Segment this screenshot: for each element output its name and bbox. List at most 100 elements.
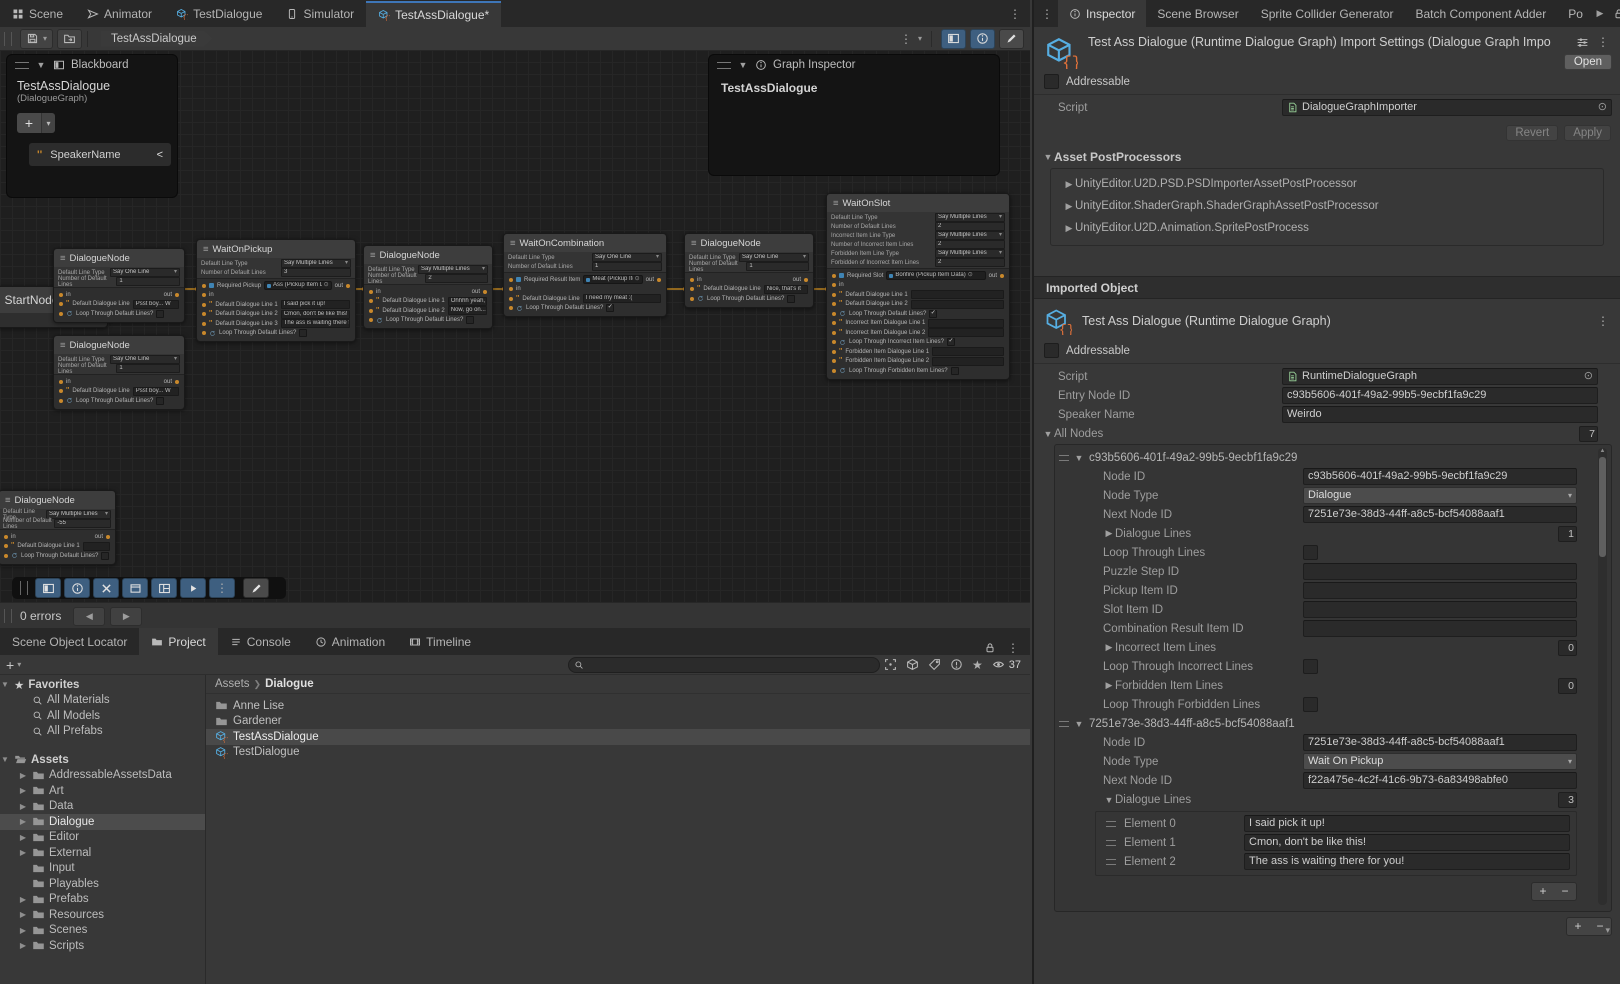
port-dot[interactable]	[509, 297, 513, 301]
collapse-arrow-icon[interactable]: ▼	[737, 60, 749, 70]
dialogue-line-field[interactable]	[928, 319, 1004, 328]
port-dot[interactable]	[369, 318, 373, 322]
port-dot[interactable]	[59, 302, 63, 306]
foldout-arrow-icon[interactable]: ▶	[1063, 179, 1075, 190]
in-port[interactable]	[690, 278, 694, 282]
tab-sprite-collider-generator[interactable]: Sprite Collider Generator	[1250, 0, 1405, 27]
dialogue-line-field[interactable]: The ass is waiting there for y	[281, 319, 350, 328]
tree-folder-editor[interactable]: ▶Editor	[0, 830, 205, 846]
save-as-button[interactable]	[57, 29, 82, 49]
object-menu-icon[interactable]: ⋮	[1594, 314, 1612, 328]
dialogue-line-field[interactable]: I need my meat :(	[583, 294, 661, 303]
toolbar-options-menu[interactable]: ⋮▾	[893, 32, 926, 46]
inspector-lock-icon[interactable]	[1613, 8, 1620, 20]
drag-handle-icon[interactable]	[1106, 821, 1116, 827]
graph-edit-button[interactable]	[243, 578, 269, 598]
toolbar-drag-handle[interactable]	[20, 581, 28, 595]
loop-checkbox[interactable]: ✓	[606, 304, 614, 312]
nodes-list-scrollbar[interactable]: ▲	[1598, 448, 1607, 905]
tab-console[interactable]: Console	[218, 628, 303, 655]
loop-checkbox[interactable]	[156, 310, 164, 318]
text-field[interactable]	[1303, 563, 1577, 580]
dialogue-line-field[interactable]	[911, 300, 1004, 309]
graph-node-waitonpickup-2[interactable]: ≡WaitOnPickupDefault Line TypeSay Multip…	[196, 239, 356, 342]
dialogue-line-field[interactable]	[83, 542, 110, 551]
port-dot[interactable]	[59, 389, 63, 393]
dialogue-line-field[interactable]: I said pick it up!	[281, 300, 350, 309]
tree-assets-root[interactable]: ▼Assets	[0, 752, 205, 768]
loop-checkbox[interactable]	[787, 295, 795, 303]
importer-warnings-icon[interactable]	[950, 658, 963, 671]
text-field[interactable]: f22a475e-4c2f-41c6-9b73-6a83498abfe0	[1303, 772, 1577, 789]
tab-timeline[interactable]: Timeline	[397, 628, 483, 655]
out-port[interactable]	[106, 535, 110, 539]
in-port[interactable]	[59, 293, 63, 297]
graph-tool-info-button[interactable]	[64, 578, 90, 598]
node-prop-dropdown[interactable]: Say Multiple Lines▾	[418, 265, 488, 274]
node-prop-dropdown[interactable]: Say Multiple Lines▾	[281, 259, 351, 268]
node-prop-field[interactable]: -55	[54, 519, 111, 528]
foldout-arrow-icon[interactable]: ▶	[18, 817, 28, 826]
foldout-arrow-icon[interactable]: ▶	[18, 802, 28, 811]
expand-chevron-icon[interactable]: <	[157, 149, 163, 161]
node-prop-dropdown[interactable]: Say One Line▾	[110, 268, 180, 277]
graph-node-dialoguenode-3[interactable]: ≡DialogueNodeDefault Line TypeSay One Li…	[53, 335, 185, 410]
drag-handle-icon[interactable]	[1059, 721, 1069, 727]
script-object-field[interactable]: DialogueGraphImporter⊙	[1282, 99, 1612, 116]
lock-icon[interactable]	[984, 642, 996, 654]
count-badge[interactable]: 3	[1558, 792, 1577, 808]
graph-node-dialoguenode-1[interactable]: ≡DialogueNodeDefault Line TypeSay One Li…	[53, 248, 185, 323]
out-port[interactable]	[175, 293, 179, 297]
toggle-blackboard-button[interactable]	[941, 29, 966, 49]
tree-folder-playables[interactable]: Playables	[0, 876, 205, 892]
port-dot[interactable]	[832, 331, 836, 335]
loop-checkbox[interactable]	[951, 367, 959, 375]
port-dot[interactable]	[59, 312, 63, 316]
loop-checkbox[interactable]: ✓	[929, 310, 937, 318]
dialogue-line-field[interactable]: Nice, that's it	[764, 285, 808, 294]
dialogue-line-field[interactable]: Cmon, don't be like this!	[281, 310, 350, 319]
tab-animator[interactable]: Animator	[75, 1, 164, 27]
loop-checkbox[interactable]	[466, 316, 474, 324]
count-badge[interactable]: 1	[1558, 526, 1577, 542]
out-port[interactable]	[483, 290, 487, 294]
favorite-star-icon[interactable]: ★	[972, 658, 983, 672]
errorbar-drag-handle[interactable]	[4, 609, 12, 623]
label-filter-icon[interactable]	[928, 658, 941, 671]
node-prop-dropdown[interactable]: Say One Line▾	[110, 355, 180, 364]
foldout-arrow-icon[interactable]: ▶	[18, 771, 28, 780]
window-more-menu-icon[interactable]: ⋮	[1006, 7, 1024, 21]
remove-element-button[interactable]: −	[1554, 884, 1576, 899]
dialogue-line-field[interactable]: Now, go on...	[448, 306, 487, 315]
visibility-eye-icon[interactable]	[992, 658, 1005, 671]
graph-tool-layout-button[interactable]	[151, 578, 177, 598]
foldout-arrow-icon[interactable]: ▶	[1063, 223, 1075, 234]
inspector-pane-menu-icon[interactable]: ⋮	[1038, 7, 1056, 21]
add-element-button[interactable]: +	[1532, 884, 1554, 899]
edit-graph-button[interactable]	[999, 29, 1024, 49]
foldout-arrow-icon[interactable]: ▶	[18, 895, 28, 904]
tab-po[interactable]: Po	[1557, 0, 1594, 27]
foldout-arrow-icon[interactable]: ▼	[0, 755, 10, 764]
element-text-field[interactable]: Cmon, don't be like this!	[1244, 834, 1570, 851]
foldout-arrow-icon[interactable]: ▼	[1103, 795, 1115, 805]
inspector-scroll-down-icon[interactable]: ▾	[1605, 925, 1610, 936]
port-dot[interactable]	[832, 274, 836, 278]
foldout-arrow-icon[interactable]: ▼	[0, 680, 10, 689]
toggle-graph-inspector-button[interactable]	[970, 29, 995, 49]
tree-folder-input[interactable]: Input	[0, 861, 205, 877]
node-prop-dropdown[interactable]: Say Multiple Lines▾	[46, 510, 111, 519]
graph-tool-tools-button[interactable]	[93, 578, 119, 598]
tree-item-all-materials[interactable]: All Materials	[0, 693, 205, 709]
project-search-input[interactable]	[568, 657, 880, 673]
out-port[interactable]	[346, 284, 350, 288]
foldout-arrow-icon[interactable]: ▶	[18, 910, 28, 919]
dialogue-line-field[interactable]: Psst boy... W	[133, 387, 179, 396]
element-text-field[interactable]: The ass is waiting there for you!	[1244, 853, 1570, 870]
node-prop-dropdown[interactable]: Say Multiple Lines▾	[935, 213, 1005, 222]
foldout-arrow-icon[interactable]: ▶	[18, 941, 28, 950]
node-prop-field[interactable]: 1	[116, 364, 180, 373]
text-field[interactable]: c93b5606-401f-49a2-99b5-9ecbf1fa9c29	[1303, 468, 1577, 485]
dropdown-field[interactable]: Dialogue▾	[1303, 487, 1577, 504]
tree-item-all-models[interactable]: All Models	[0, 708, 205, 724]
